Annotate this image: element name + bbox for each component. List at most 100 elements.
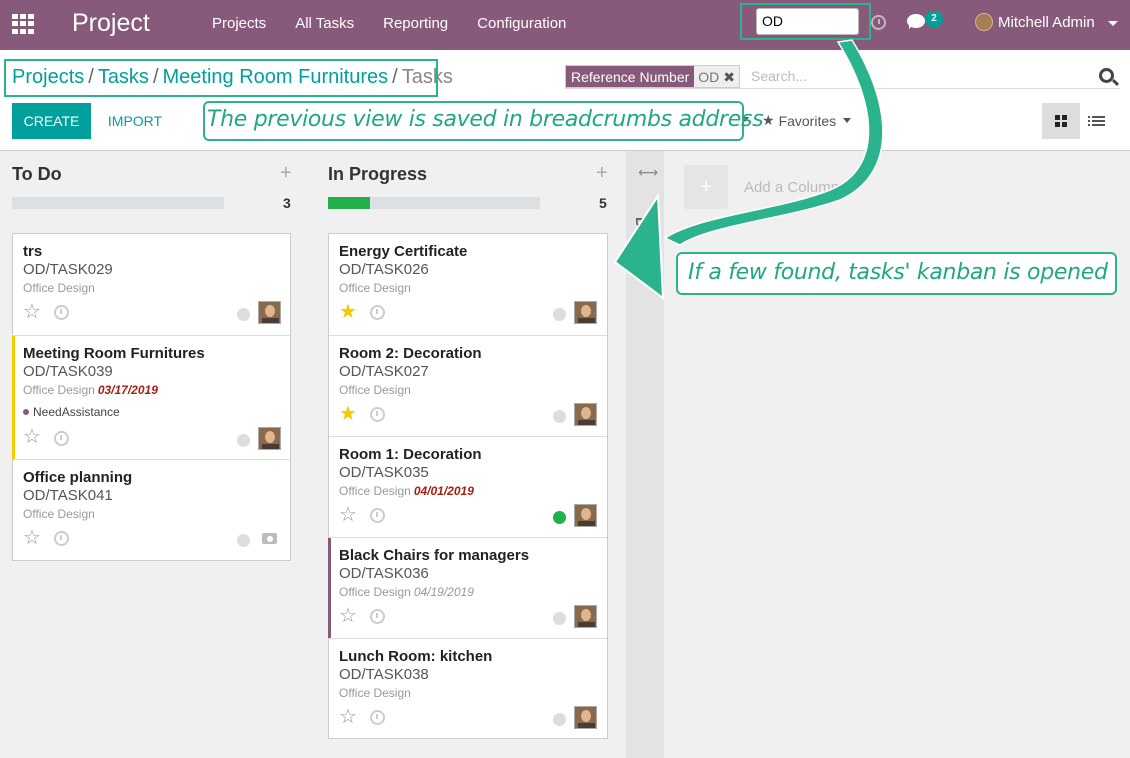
kanban-annotation: If a few found, tasks' kanban is opened [676, 252, 1117, 295]
card-project: Office Design [339, 686, 411, 700]
kanban-state-dot[interactable] [553, 713, 566, 726]
card-deadline: 04/01/2019 [413, 484, 474, 498]
assignee-avatar [574, 403, 597, 426]
activity-clock-icon[interactable] [54, 431, 69, 446]
card-reference: OD/TASK036 [339, 565, 429, 582]
kanban-card[interactable]: Black Chairs for managers OD/TASK036 Off… [328, 538, 607, 639]
assignee-avatar [574, 504, 597, 527]
column-progress-bar-todo [12, 197, 224, 209]
card-stack-in-progress: Energy Certificate OD/TASK026 Office Des… [328, 233, 608, 739]
search-input[interactable]: Search... [750, 67, 1090, 87]
facet-label: Reference Number [566, 66, 695, 87]
add-column-button[interactable]: + [684, 165, 728, 209]
column-count-in-progress: 5 [599, 195, 607, 211]
search-icon[interactable] [1099, 68, 1114, 83]
folded-column-done[interactable]: ⟷ Done (0) [626, 151, 664, 758]
expand-arrows-icon[interactable]: ⟷ [638, 164, 658, 181]
card-reference: OD/TASK029 [23, 261, 113, 278]
column-title-in-progress: In Progress [328, 164, 428, 184]
assignee-avatar [574, 706, 597, 729]
card-color-accent [12, 336, 15, 459]
card-reference: OD/TASK027 [339, 363, 429, 380]
menu-reporting[interactable]: Reporting [380, 15, 451, 32]
add-column-label[interactable]: Add a Column [744, 179, 839, 196]
card-color-accent [328, 538, 331, 638]
card-tag: NeedAssistance [23, 405, 120, 419]
card-name: Black Chairs for managers [339, 547, 530, 564]
apps-menu-icon[interactable] [12, 14, 34, 34]
import-button[interactable]: IMPORT [96, 103, 174, 139]
breadcrumb-highlight-box [4, 59, 438, 97]
kanban-card[interactable]: Meeting Room Furnitures OD/TASK039 Offic… [12, 336, 290, 460]
card-project: Office Design [23, 281, 95, 295]
card-project: Office Design [339, 383, 411, 397]
menu-all-tasks[interactable]: All Tasks [292, 15, 357, 32]
menu-projects[interactable]: Projects [209, 15, 269, 32]
user-menu-name[interactable]: Mitchell Admin [998, 14, 1095, 31]
activity-clock-icon[interactable] [54, 531, 69, 546]
kanban-state-dot[interactable] [553, 410, 566, 423]
star-icon[interactable]: ★ [339, 302, 357, 322]
activity-clock-icon[interactable] [370, 609, 385, 624]
column-add-task-icon[interactable]: + [596, 162, 608, 185]
card-reference: OD/TASK038 [339, 666, 429, 683]
card-project: Office Design [339, 281, 411, 295]
kanban-card[interactable]: Room 1: Decoration OD/TASK035 Office Des… [329, 437, 607, 538]
search-facet: Reference Number OD ✖ [565, 65, 741, 88]
create-button[interactable]: CREATE [12, 103, 91, 139]
card-project: Office Design 04/01/2019 [339, 484, 474, 498]
star-icon[interactable]: ☆ [23, 427, 41, 447]
user-avatar[interactable] [975, 13, 993, 31]
menu-configuration[interactable]: Configuration [474, 15, 569, 32]
activity-clock-icon[interactable] [370, 305, 385, 320]
star-icon[interactable]: ☆ [339, 606, 357, 626]
list-view-button[interactable] [1083, 103, 1113, 139]
kanban-card[interactable]: Lunch Room: kitchen OD/TASK038 Office De… [329, 639, 607, 740]
column-progress-bar-in-progress [328, 197, 540, 209]
card-name: Lunch Room: kitchen [339, 648, 493, 665]
kanban-state-dot[interactable] [237, 308, 250, 321]
star-icon[interactable]: ☆ [23, 528, 41, 548]
card-name: Meeting Room Furnitures [23, 345, 205, 362]
star-icon[interactable]: ☆ [23, 302, 41, 322]
card-project: Office Design [23, 507, 95, 521]
card-reference: OD/TASK041 [23, 487, 113, 504]
favorites-dropdown[interactable]: ★ Favorites [762, 112, 852, 129]
assignee-avatar [258, 427, 281, 450]
kanban-state-dot[interactable] [237, 534, 250, 547]
kanban-state-dot[interactable] [237, 434, 250, 447]
messaging-icon[interactable] [907, 14, 925, 29]
progress-fill [328, 197, 371, 209]
top-menu: Projects All Tasks Reporting Configurati… [209, 15, 592, 32]
card-stack-todo: trs OD/TASK029 Office Design ☆ Meeting R… [12, 233, 291, 561]
assignee-avatar [574, 301, 597, 324]
kanban-card[interactable]: Room 2: Decoration OD/TASK027 Office Des… [329, 336, 607, 437]
activity-clock-icon[interactable] [370, 407, 385, 422]
activity-clock-icon[interactable] [54, 305, 69, 320]
user-menu-caret-icon[interactable] [1108, 21, 1118, 26]
activity-clock-icon[interactable] [370, 508, 385, 523]
activity-clock-icon[interactable] [370, 710, 385, 725]
card-reference: OD/TASK035 [339, 464, 429, 481]
kanban-state-dot[interactable] [553, 308, 566, 321]
folded-column-title: Done (0) [632, 217, 649, 277]
quick-search-input[interactable]: OD [756, 8, 859, 35]
activities-clock-icon[interactable] [871, 15, 886, 30]
kanban-card[interactable]: trs OD/TASK029 Office Design ☆ [13, 234, 290, 336]
camera-placeholder-icon [258, 527, 281, 550]
kanban-card[interactable]: Energy Certificate OD/TASK026 Office Des… [329, 234, 607, 336]
star-icon[interactable]: ★ [339, 404, 357, 424]
card-reference: OD/TASK039 [23, 363, 113, 380]
card-name: Office planning [23, 469, 133, 486]
star-icon[interactable]: ☆ [339, 505, 357, 525]
column-add-task-icon[interactable]: + [280, 162, 292, 185]
kanban-card[interactable]: Office planning OD/TASK041 Office Design… [13, 460, 290, 562]
kanban-view-button[interactable] [1042, 103, 1080, 139]
kanban-state-dot[interactable] [553, 612, 566, 625]
facet-remove-icon[interactable]: ✖ [723, 66, 740, 87]
card-project: Office Design 04/19/2019 [339, 585, 474, 599]
card-name: Room 1: Decoration [339, 446, 482, 463]
app-brand: Project [72, 9, 150, 37]
star-icon[interactable]: ☆ [339, 707, 357, 727]
kanban-state-dot[interactable] [553, 511, 566, 524]
